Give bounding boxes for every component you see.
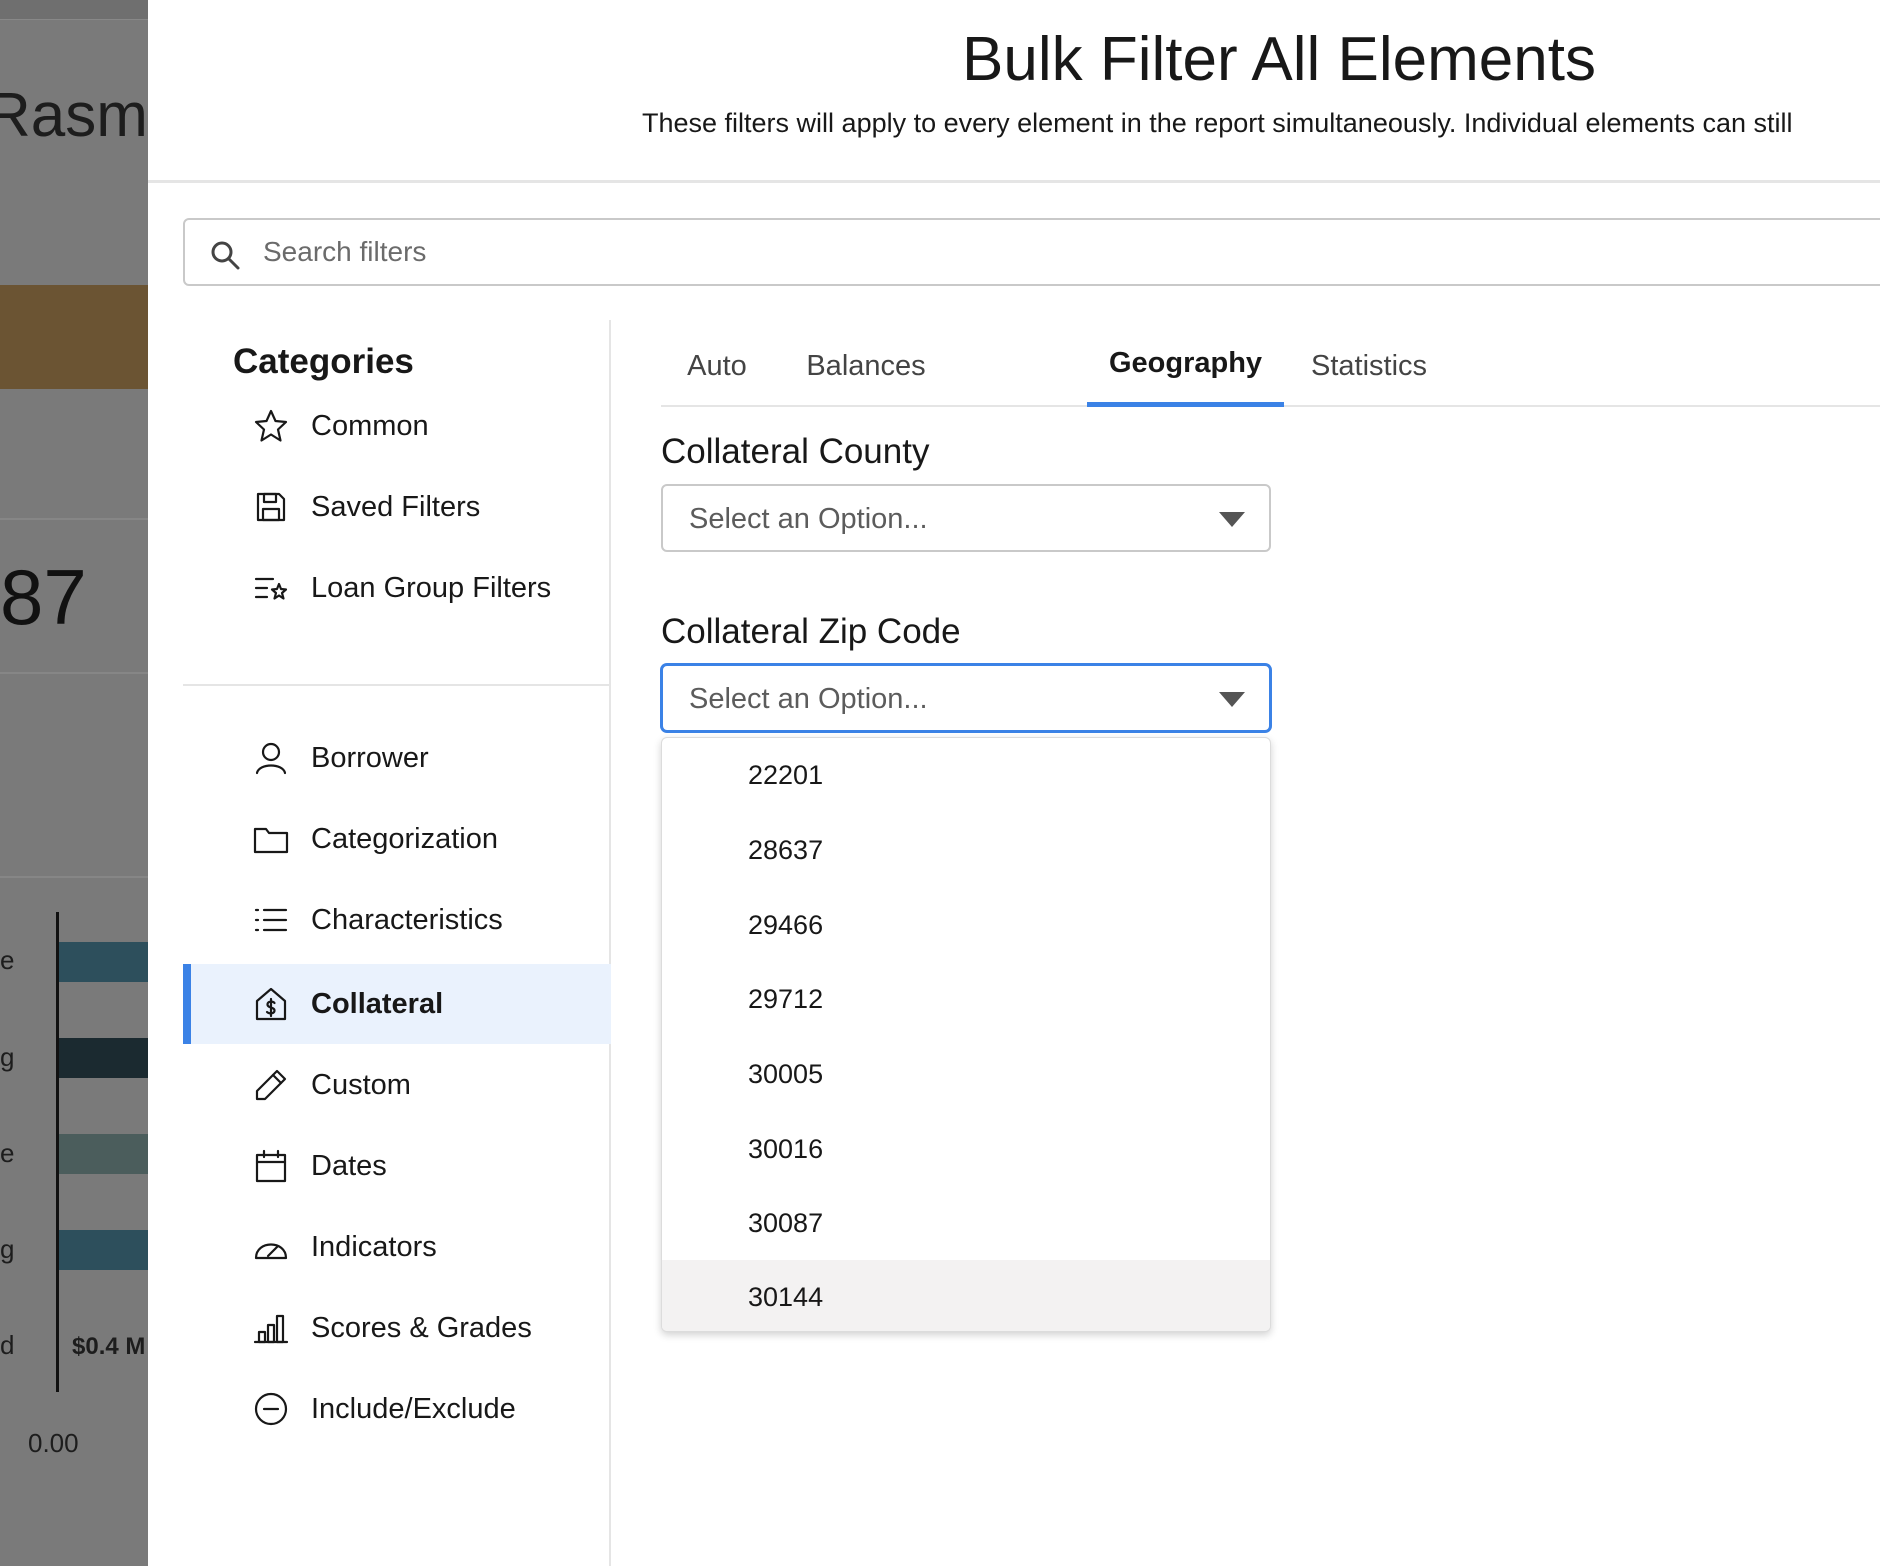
categories-sidebar: Categories Common Saved Filters Loan Gro… [183,320,611,1566]
list-icon [254,908,288,932]
modal-title-text: Bulk Filter All Elements [962,25,1596,94]
background-chart-label: d [0,1330,15,1360]
modal-subtitle: These filters will apply to every elemen… [642,108,1793,138]
sidebar-divider [183,684,611,686]
sidebar-item-label: Dates [311,1149,387,1182]
tab-statistics[interactable]: Statistics [1284,325,1454,407]
house-dollar-icon [255,987,287,1021]
zip-option[interactable]: 28637 [662,813,1270,888]
background-title: Rasm [0,81,148,150]
zip-option-label: 30087 [748,1208,824,1238]
sidebar-item-label: Categorization [311,822,498,855]
chevron-down-icon [1219,512,1245,527]
sidebar-item-label: Saved Filters [311,490,481,523]
zip-code-listbox: 22201 28637 29466 29712 30005 30016 3008… [661,737,1271,1332]
collateral-county-label: Collateral County [661,432,930,471]
sidebar-item-label: Custom [311,1068,411,1101]
sidebar-item-borrower[interactable]: Borrower [183,718,611,798]
collateral-county-value: Select an Option... [689,503,928,535]
tab-balances[interactable]: Balances [773,325,959,407]
background-divider [0,518,150,520]
minus-circle-icon [254,1392,288,1426]
background-metric: 87 [0,553,87,641]
background-page: Rasm 87 e g e g d $0.4 M 0.00 [0,0,150,1566]
search-input[interactable] [263,230,1763,274]
category-tabs: Auto Balances Geography Statistics [661,325,1880,407]
sidebar-item-label: Include/Exclude [311,1392,516,1425]
bulk-filter-modal: Bulk Filter All Elements These filters w… [148,0,1880,1566]
sidebar-item-custom[interactable]: Custom [183,1045,611,1125]
gauge-icon [254,1243,288,1260]
collateral-zip-label: Collateral Zip Code [661,612,961,651]
sidebar-item-label: Borrower [311,741,429,774]
zip-option-label: 29466 [748,910,824,940]
user-icon [255,742,287,775]
sidebar-item-characteristics[interactable]: Characteristics [183,880,611,960]
calendar-icon [255,1149,287,1183]
sidebar-item-categorization[interactable]: Categorization [183,799,611,879]
zip-option-label: 30016 [748,1134,824,1164]
sidebar-item-collateral[interactable]: Collateral [183,964,611,1044]
search-box[interactable] [183,218,1880,286]
zip-option-label: 29712 [748,984,824,1014]
sidebar-item-saved-filters[interactable]: Saved Filters [183,467,611,547]
sidebar-item-label: Characteristics [311,903,503,936]
zip-option-label: 22201 [748,760,824,790]
tab-geography[interactable]: Geography [1087,325,1284,407]
modal-header: Bulk Filter All Elements These filters w… [148,0,1880,183]
background-chart-label: g [0,1042,15,1072]
search-icon [211,241,240,270]
zip-option[interactable]: 29466 [662,888,1270,963]
collateral-county-select[interactable]: Select an Option... [661,484,1271,552]
chevron-down-icon [1219,692,1245,707]
modal-title: Bulk Filter All Elements [148,24,1880,95]
background-divider [0,672,150,674]
background-chart-tick: 0.00 [28,1428,79,1458]
save-icon [256,492,286,522]
background-chart-value: $0.4 M [72,1333,146,1360]
list-star-icon [254,577,288,600]
zip-option[interactable]: 29712 [662,962,1270,1037]
zip-option-label: 30005 [748,1059,824,1089]
background-chart-label: g [0,1234,15,1264]
zip-option[interactable]: 30144 [662,1260,1270,1331]
zip-option[interactable]: 30087 [662,1186,1270,1261]
categories-heading: Categories [233,342,414,381]
folder-icon [253,827,289,854]
zip-option-label: 30144 [748,1282,824,1312]
background-chart-label: e [0,1138,15,1168]
sidebar-item-label: Collateral [311,987,444,1020]
zip-option-label: 28637 [748,835,824,865]
background-chart-bar [59,1038,150,1078]
background-header [0,0,150,20]
bar-chart-icon [253,1314,289,1344]
sidebar-item-loan-group-filters[interactable]: Loan Group Filters [183,548,611,628]
sidebar-item-include-exclude[interactable]: Include/Exclude [183,1369,611,1449]
collateral-zip-value: Select an Option... [689,683,928,715]
zip-option[interactable]: 30016 [662,1112,1270,1187]
zip-option[interactable]: 30005 [662,1037,1270,1112]
background-chart-label: e [0,945,15,975]
collateral-zip-select[interactable]: Select an Option... [661,664,1271,732]
background-banner [0,285,150,389]
sidebar-item-dates[interactable]: Dates [183,1126,611,1206]
zip-option[interactable]: 22201 [662,738,1270,813]
background-divider [0,876,150,878]
sidebar-item-label: Loan Group Filters [311,571,552,604]
tab-auto[interactable]: Auto [661,325,773,407]
background-chart-bar [59,1230,150,1270]
sidebar-item-indicators[interactable]: Indicators [183,1207,611,1287]
pencil-icon [255,1069,287,1101]
sidebar-item-label: Scores & Grades [311,1311,532,1344]
sidebar-item-label: Common [311,409,429,442]
sidebar-item-label: Indicators [311,1230,437,1263]
sidebar-item-scores-grades[interactable]: Scores & Grades [183,1288,611,1368]
sidebar-item-common[interactable]: Common [183,386,611,466]
background-chart-bar [59,942,150,982]
background-chart-bar [59,1134,150,1174]
star-icon [254,409,288,442]
